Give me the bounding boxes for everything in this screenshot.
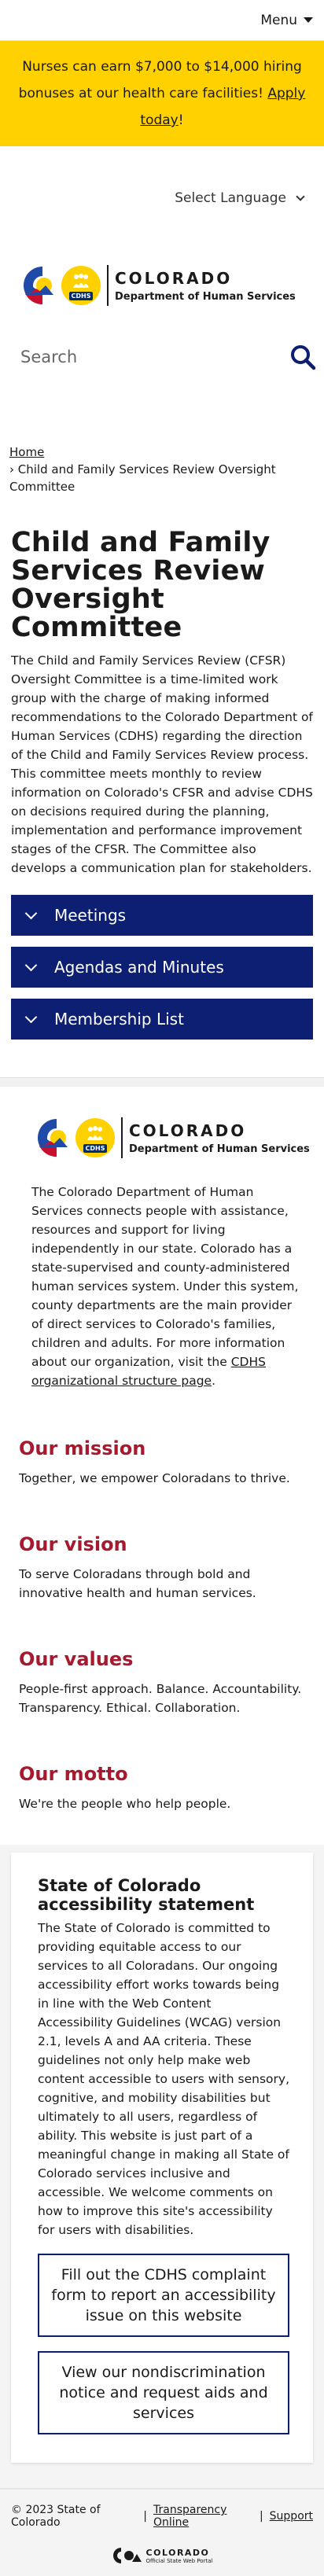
motto-text: We're the people who help people. <box>19 1797 231 1811</box>
values-text: People-first approach. Balance. Accounta… <box>19 1682 302 1715</box>
chevron-down-icon <box>24 959 38 971</box>
mission-title: Our mission <box>19 1437 146 1459</box>
accessibility-wrapper: State of Colorado accessibility statemen… <box>0 1845 324 2488</box>
accordion-membership-list[interactable]: Membership List <box>11 999 313 1040</box>
org-dept: Department of Human Services <box>129 1143 310 1155</box>
vision-text: To serve Coloradans through bold and inn… <box>19 1567 256 1600</box>
announcement-banner: Nurses can earn $7,000 to $14,000 hiring… <box>0 41 324 146</box>
search-icon[interactable] <box>289 344 316 370</box>
search-bar <box>0 321 324 393</box>
colorado-portal-icon <box>112 2548 142 2563</box>
logo-divider <box>121 1117 123 1158</box>
chevron-down-icon <box>24 1010 38 1023</box>
cdhs-badge-text: CDHS <box>83 1144 108 1153</box>
org-state: COLORADO <box>129 1121 247 1140</box>
motto-title: Our motto <box>19 1763 128 1785</box>
org-state: COLORADO <box>115 268 233 288</box>
search-input[interactable] <box>20 348 256 366</box>
copyright: © 2023 State of Colorado <box>11 2504 101 2529</box>
separator: | <box>259 2510 263 2523</box>
support-link[interactable]: Support <box>270 2510 313 2523</box>
bottom-links: © 2023 State of Colorado | Transparency … <box>11 2504 313 2529</box>
motto-section: Our motto We're the people who help peop… <box>0 1763 324 1813</box>
separator: | <box>143 2510 147 2523</box>
org-name: COLORADO Department of Human Services <box>115 269 296 303</box>
footer-about: The Colorado Department of Human Service… <box>0 1175 324 1390</box>
complaint-form-button[interactable]: Fill out the CDHS complaint form to repo… <box>38 2254 289 2337</box>
language-row: Select Language <box>0 146 324 250</box>
language-select[interactable]: Select Language <box>175 190 305 206</box>
accordion-label: Meetings <box>54 906 127 925</box>
cdhs-logo[interactable]: CDHS COLORADO Department of Human Servic… <box>19 263 296 307</box>
section-divider <box>0 1077 324 1087</box>
cdhs-badge: CDHS <box>61 266 101 305</box>
portal-title: COLORADO <box>145 2547 210 2558</box>
org-name: COLORADO Department of Human Services <box>129 1121 310 1155</box>
logo-divider <box>107 265 109 306</box>
accordion-agendas-minutes[interactable]: Agendas and Minutes <box>11 947 313 988</box>
values-section: Our values People-first approach. Balanc… <box>0 1648 324 1717</box>
vision-section: Our vision To serve Coloradans through b… <box>0 1533 324 1603</box>
about-text: The Colorado Department of Human Service… <box>31 1185 299 1369</box>
transparency-link[interactable]: Transparency Online <box>153 2504 253 2529</box>
accessibility-text: The State of Colorado is committed to pr… <box>38 1921 289 2237</box>
top-bar: Menu <box>0 0 324 41</box>
accessibility-card: State of Colorado accessibility statemen… <box>11 1853 313 2463</box>
site-header-logo: CDHS COLORADO Department of Human Servic… <box>0 250 324 321</box>
breadcrumb-current: › Child and Family Services Review Overs… <box>9 462 276 494</box>
colorado-c-logo-icon <box>38 1119 68 1157</box>
page-title: Child and Family Services Review Oversig… <box>11 527 271 643</box>
portal-subtitle: Official State Web Portal <box>145 2557 213 2564</box>
accordion-label: Agendas and Minutes <box>54 958 224 977</box>
banner-text: Nurses can earn $7,000 to $14,000 hiring… <box>18 59 302 101</box>
mission-text: Together, we empower Coloradans to thriv… <box>19 1471 290 1485</box>
cdhs-badge: CDHS <box>75 1118 115 1157</box>
breadcrumb-home-link[interactable]: Home <box>9 445 44 459</box>
page-intro: The Child and Family Services Review (CF… <box>11 653 313 875</box>
vision-title: Our vision <box>19 1533 127 1555</box>
org-dept: Department of Human Services <box>115 290 296 303</box>
banner-end: ! <box>178 112 184 128</box>
nondiscrimination-button[interactable]: View our nondiscrimination notice and re… <box>38 2351 289 2434</box>
colorado-c-logo-icon <box>24 267 53 305</box>
about-end: . <box>212 1374 216 1388</box>
accordion-label: Membership List <box>54 1010 184 1029</box>
caret-down-icon <box>304 17 313 23</box>
footer-logo-row: CDHS COLORADO Department of Human Servic… <box>0 1087 324 1175</box>
portal-text: COLORADO Official State Web Portal <box>146 2548 213 2564</box>
accessibility-title: State of Colorado accessibility statemen… <box>38 1876 255 1914</box>
chevron-down-icon <box>24 907 38 919</box>
people-icon <box>87 1126 103 1140</box>
footer-cdhs-logo[interactable]: CDHS COLORADO Department of Human Servic… <box>33 1116 310 1160</box>
people-icon <box>73 274 89 288</box>
cdhs-badge-text: CDHS <box>68 292 94 300</box>
breadcrumb: Home › Child and Family Services Review … <box>0 443 324 495</box>
accordion-list: Meetings Agendas and Minutes Membership … <box>0 895 324 1040</box>
chevron-down-icon <box>296 192 305 201</box>
values-title: Our values <box>19 1648 134 1670</box>
menu-button[interactable]: Menu <box>260 13 313 28</box>
bottom-footer: © 2023 State of Colorado | Transparency … <box>0 2488 324 2576</box>
accordion-meetings[interactable]: Meetings <box>11 895 313 936</box>
mission-section: Our mission Together, we empower Colorad… <box>0 1437 324 1488</box>
menu-label: Menu <box>260 12 297 28</box>
language-label: Select Language <box>175 190 286 206</box>
state-portal-logo[interactable]: COLORADO Official State Web Portal <box>11 2546 313 2565</box>
